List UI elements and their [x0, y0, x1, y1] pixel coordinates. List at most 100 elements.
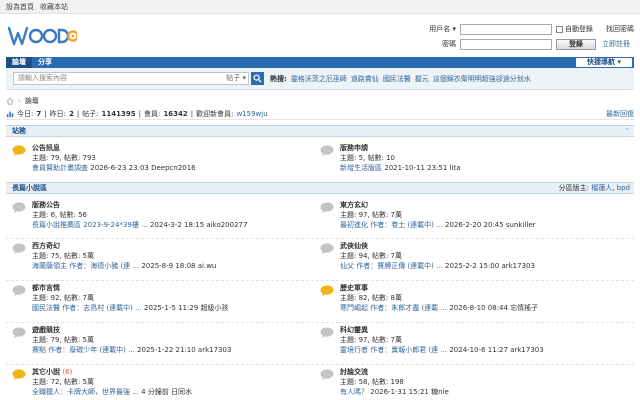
forum-name[interactable]: 武俠仙俠 — [340, 241, 368, 251]
forum-name[interactable]: 西方奇幻 — [32, 241, 60, 251]
breadcrumb-current[interactable]: 論壇 — [25, 96, 39, 106]
newest-member-link[interactable]: w159wju — [236, 110, 267, 118]
forum-meta: 主題: 82, 帖數: 8萬 — [340, 294, 402, 302]
forum-item[interactable]: 版務公告 主題: 6, 帖數: 56 長篇小說推薦區 2023-9-24*39樓 … — [6, 199, 306, 229]
header: 用戶名 ▾ 自動登錄 找回密碼 密碼 登錄 立即註冊 — [0, 14, 640, 56]
section-moderators: 分區版主: 榴蓮人, bpd — [558, 184, 630, 192]
last-post-title[interactable]: 長篇小說推薦區 2023-9-24*39樓 ... — [32, 221, 148, 229]
moderator-link[interactable]: 榴蓮人 — [591, 184, 612, 192]
last-post-title[interactable]: 賽點 作者：廢碳少年 (連載中) ... — [32, 346, 135, 354]
forum-name[interactable]: 東方玄幻 — [340, 200, 368, 210]
last-post-user[interactable]: ark17303 — [510, 346, 544, 354]
login-button[interactable]: 登錄 — [556, 38, 596, 50]
forum-item[interactable]: 公告訊息 主題: 79, 帖數: 793 會員贊助計畫調査 2026-6-23 2… — [6, 142, 306, 172]
members-count: 16342 — [163, 109, 188, 118]
collapse-icon[interactable]: ⌃ — [624, 126, 630, 136]
last-post-title[interactable]: 寒門崛起 作者：朱郎才盡 (連載 ... — [340, 304, 447, 312]
forum-last-post: 靈境行者 作者：賣報小郎君 (連 ... 2024-10-6 11:27 ark… — [340, 345, 544, 355]
last-post-title[interactable]: 國民法醫 作者：志鳥村 (連載中) ... — [32, 304, 142, 312]
forum-item[interactable]: 歷史軍事 主題: 82, 帖數: 8萬 寒門崛起 作者：朱郎才盡 (連載 ... … — [314, 282, 614, 312]
forum-item[interactable]: 武俠仙俠 主題: 94, 帖數: 7萬 仙父 作者：賈膊正傳 (連載中) ... … — [314, 240, 614, 270]
last-post-title[interactable]: 海蘭薩領主 作者：海德小豬 (連 ... — [32, 262, 139, 270]
section-header-site[interactable]: 站務 ⌃ — [6, 125, 634, 137]
forum-item[interactable]: 都市言情 主題: 92, 帖數: 7萬國民法醫 作者：志鳥村 (連載中) ...… — [6, 282, 306, 312]
forum-name[interactable]: 版務公告 — [32, 200, 60, 210]
forum-bubble-icon — [12, 369, 26, 380]
hot-search-item[interactable]: 道路賞仙 — [351, 74, 379, 84]
forum-item[interactable]: 西方奇幻 主題: 75, 帖數: 5萬 海蘭薩領主 作者：海德小豬 (連 ... … — [6, 240, 306, 270]
hot-search-item[interactable]: 握元 — [415, 74, 429, 84]
yesterday-label: 昨日: — [49, 109, 66, 118]
section-header-novels[interactable]: 長篇小說區 分區版主: 榴蓮人, bpd — [6, 182, 634, 194]
forum-item[interactable]: 遊戲競技 主題: 79, 帖數: 5萬 賽點 作者：廢碳少年 (連載中) ... … — [6, 324, 306, 354]
latest-reply-link[interactable]: 最新回復 — [606, 109, 634, 119]
hot-search-item[interactable]: 這個錦衣衛明明超強卻過分划水 — [433, 74, 531, 84]
forum-name[interactable]: 遊戲競技 — [32, 325, 60, 335]
forum-item[interactable]: 其它小說 (6) 主題: 72, 帖數: 5萬 全職獵人：卡牌大師，世界最強 ...… — [6, 366, 306, 396]
last-post-user[interactable]: lita — [450, 164, 461, 172]
find-password-link[interactable]: 找回密碼 — [606, 24, 634, 34]
forum-meta: 主題: 92, 帖數: 7萬 — [32, 294, 94, 302]
forum-name[interactable]: 科幻靈異 — [340, 325, 368, 335]
search-button[interactable] — [251, 72, 264, 85]
forum-item[interactable]: 版務申請 主題: 5, 帖數: 10 新增生活版區 2021-10-11 23:5… — [314, 142, 614, 172]
last-post-user[interactable]: 日同水 — [171, 388, 192, 396]
last-post-time: 2024-3-2 18:15 — [150, 221, 205, 229]
last-post-user[interactable]: 超級小孩 — [200, 304, 228, 312]
password-input[interactable] — [460, 38, 552, 50]
breadcrumb-separator: › — [18, 97, 21, 105]
site-logo[interactable] — [7, 20, 79, 52]
quick-nav-button[interactable]: 快捷導航 ▾ — [576, 58, 632, 67]
forum-name[interactable]: 其它小說 (6) — [32, 367, 72, 377]
last-post-user[interactable]: sunkiller — [506, 221, 536, 229]
forum-bubble-icon — [320, 145, 334, 156]
hot-search-item[interactable]: 靈格沃茨之厄巫師 — [291, 74, 347, 84]
last-post-title[interactable]: 會員贊助計畫調査 — [32, 164, 88, 172]
last-post-title[interactable]: 新增生活版區 — [340, 164, 382, 172]
forum-item[interactable]: 科幻靈異 主題: 97, 帖數: 7萬 靈境行者 作者：賣報小郎君 (連 ... … — [314, 324, 614, 354]
last-post-title[interactable]: 最初進化 作者：卷土 (連載中) ... — [340, 221, 443, 229]
last-post-user[interactable]: aiko200277 — [206, 221, 247, 229]
tab-share[interactable]: 分享 — [32, 57, 58, 68]
newest-member-label: 歡迎新會員: — [196, 109, 234, 118]
forum-last-post: 長篇小說推薦區 2023-9-24*39樓 ... 2024-3-2 18:15… — [32, 220, 247, 230]
moderator-link[interactable]: bpd — [617, 184, 630, 192]
forum-bubble-icon — [12, 243, 26, 254]
tab-forum[interactable]: 論壇 — [6, 57, 32, 68]
search-input[interactable]: 請輸入搜索內容 帖子 ▾ — [13, 72, 249, 85]
last-post-user[interactable]: 忘情搖子 — [510, 304, 538, 312]
forum-item[interactable]: 東方玄幻 主題: 97, 帖數: 7萬 最初進化 作者：卷土 (連載中) ... … — [314, 199, 614, 229]
last-post-user[interactable]: ark17303 — [501, 262, 535, 270]
last-post-time: 2026-1-31 15:21 — [370, 388, 429, 396]
row-divider — [6, 238, 634, 239]
hot-search-item[interactable]: 國民法醫 — [383, 74, 411, 84]
last-post-user[interactable]: Deepcn2016 — [151, 164, 196, 172]
forum-name[interactable]: 都市言情 — [32, 283, 60, 293]
last-post-user[interactable]: ai.wu — [198, 262, 217, 270]
forum-meta: 主題: 79, 帖數: 5萬 — [32, 336, 94, 344]
last-post-title[interactable]: 全職獵人：卡牌大師，世界最強 ... — [32, 388, 139, 396]
forum-last-post: 寒門崛起 作者：朱郎才盡 (連載 ... 2026-8-10 08:44 忘情搖… — [340, 303, 538, 313]
forum-stats: 今日: 7 | 昨日: 2 | 帖子: 1141395 | 會員: 16342 | 歡迎新會員:… — [6, 108, 634, 120]
last-post-title[interactable]: 有人嗎？ — [340, 388, 368, 396]
username-input[interactable] — [460, 23, 552, 35]
last-post-user[interactable]: 糖nie — [431, 388, 449, 396]
last-post-title[interactable]: 靈境行者 作者：賣報小郎君 (連 ... — [340, 346, 447, 354]
last-post-time: 2025-1-22 21:10 — [137, 346, 196, 354]
register-link[interactable]: 立即註冊 — [602, 39, 630, 49]
last-post-title[interactable]: 仙父 作者：賈膊正傳 (連載中) ... — [340, 262, 443, 270]
last-post-time: 2026-6-23 23:03 — [90, 164, 149, 172]
section-title: 站務 — [12, 127, 26, 135]
last-post-user[interactable]: ark17303 — [198, 346, 232, 354]
forum-name[interactable]: 版務申請 — [340, 143, 368, 153]
forum-name[interactable]: 公告訊息 — [32, 143, 60, 153]
set-home-link[interactable]: 設為首頁 — [6, 2, 34, 12]
home-icon[interactable] — [6, 97, 14, 105]
search-scope-select[interactable]: 帖子 ▾ — [226, 73, 246, 84]
remember-checkbox[interactable]: 自動登錄 — [556, 24, 600, 34]
forum-bubble-icon — [320, 202, 334, 213]
forum-item[interactable]: 討論交流 主題: 58, 帖數: 198 有人嗎？ 2026-1-31 15:21… — [314, 366, 614, 396]
forum-name[interactable]: 討論交流 — [340, 367, 368, 377]
forum-name[interactable]: 歷史軍事 — [340, 283, 368, 293]
bookmark-link[interactable]: 收藏本站 — [40, 2, 68, 12]
